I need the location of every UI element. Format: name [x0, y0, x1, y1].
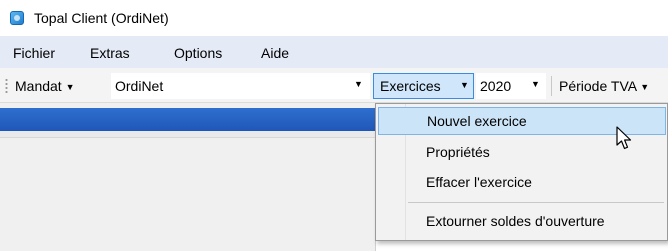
exercices-label: Exercices: [380, 78, 441, 94]
menu-item-label: Effacer l'exercice: [426, 174, 532, 190]
navigation-panel: [0, 103, 376, 251]
exercices-dropdown-button[interactable]: Exercices ▼: [373, 73, 474, 99]
year-value: 2020: [480, 78, 512, 94]
menu-item-effacer-exercice[interactable]: Effacer l'exercice: [378, 169, 666, 197]
menu-item-extourner-soldes[interactable]: Extourner soldes d'ouverture: [378, 208, 666, 236]
panel-subheader: [0, 131, 376, 138]
mandat-value: OrdiNet: [115, 78, 164, 94]
title-bar: Topal Client (OrdiNet): [0, 0, 668, 36]
window-title: Topal Client (OrdiNet): [34, 10, 169, 26]
year-combobox[interactable]: 2020 ▼: [476, 73, 546, 99]
menu-item-label: Propriétés: [426, 144, 490, 160]
mouse-cursor-icon: [616, 126, 632, 150]
exercices-menu: Nouvel exercice Propriétés Effacer l'exe…: [375, 103, 668, 241]
chevron-down-icon: ▼: [460, 80, 469, 90]
mandat-label: Mandat: [15, 78, 62, 94]
mandat-combobox[interactable]: OrdiNet ▼: [111, 73, 370, 99]
toolbar-separator: [551, 76, 552, 96]
menu-options[interactable]: Options: [174, 45, 222, 61]
toolbar-grip-icon[interactable]: [5, 78, 8, 95]
menu-fichier[interactable]: Fichier: [13, 45, 55, 61]
menu-extras[interactable]: Extras: [90, 45, 130, 61]
chevron-down-icon[interactable]: ▼: [354, 79, 363, 89]
menu-aide[interactable]: Aide: [261, 45, 289, 61]
mandat-dropdown-button[interactable]: Mandat ▼: [15, 78, 75, 94]
menu-separator: [408, 202, 664, 203]
menu-bar: Fichier Extras Options Aide: [0, 36, 668, 68]
chevron-down-icon: ▼: [65, 82, 75, 92]
menu-item-label: Nouvel exercice: [427, 113, 527, 129]
periode-tva-label: Période TVA: [559, 78, 637, 94]
panel-header-band: [0, 108, 376, 131]
menu-item-label: Extourner soldes d'ouverture: [426, 213, 605, 229]
toolbar: Mandat ▼ OrdiNet ▼ Exercices ▼ 2020 ▼ Pé…: [0, 68, 668, 103]
chevron-down-icon[interactable]: ▼: [531, 79, 540, 89]
chevron-down-icon: ▼: [640, 82, 650, 92]
app-icon: [10, 11, 24, 25]
periode-tva-dropdown-button[interactable]: Période TVA ▼: [559, 78, 649, 94]
